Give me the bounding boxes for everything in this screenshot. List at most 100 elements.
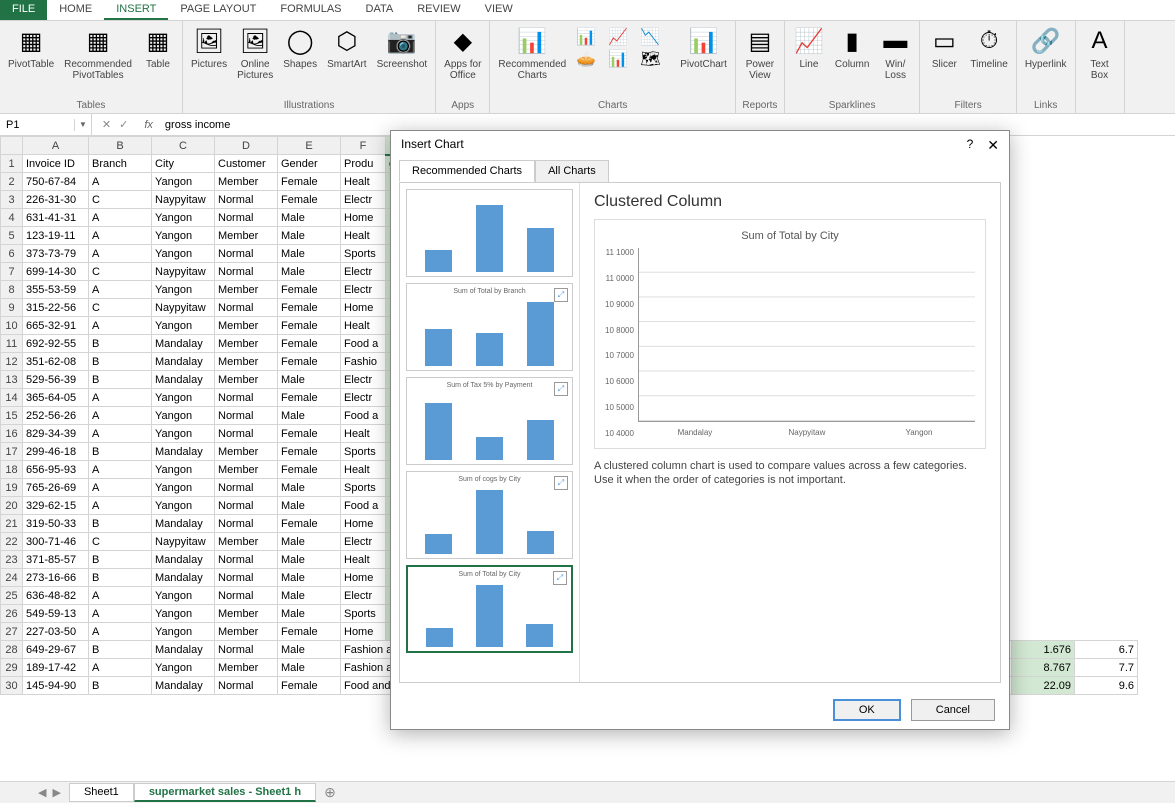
cell[interactable]: Mandalay (152, 569, 215, 587)
sheet-nav[interactable]: ◀▶ (30, 786, 69, 799)
chart-thumb[interactable]: ⤢Sum of Total by Branch (406, 283, 573, 371)
row-header[interactable]: 25 (1, 587, 23, 605)
cell[interactable]: Yangon (152, 659, 215, 677)
name-box[interactable]: P1 (0, 119, 75, 131)
cell[interactable]: 665-32-91 (23, 317, 89, 335)
cell[interactable]: Yangon (152, 461, 215, 479)
cell[interactable]: Male (278, 263, 341, 281)
cell[interactable]: 692-92-55 (23, 335, 89, 353)
ribbon-tab-file[interactable]: FILE (0, 0, 47, 20)
cell[interactable]: 656-95-93 (23, 461, 89, 479)
cell[interactable]: Member (215, 605, 278, 623)
chart-thumb[interactable]: ⤢Sum of cogs by City (406, 471, 573, 559)
expand-icon[interactable]: ⤢ (554, 382, 568, 396)
cell[interactable]: Yangon (152, 227, 215, 245)
cell[interactable]: B (89, 443, 152, 461)
cell[interactable]: Electr (341, 263, 386, 281)
cell[interactable]: Food a (341, 497, 386, 515)
row-header[interactable]: 27 (1, 623, 23, 641)
row-header[interactable]: 10 (1, 317, 23, 335)
ribbon-pivottable[interactable]: ▦PivotTable (4, 23, 58, 72)
cell[interactable]: A (89, 245, 152, 263)
cell[interactable]: A (89, 173, 152, 191)
cell[interactable]: 319-50-33 (23, 515, 89, 533)
cell[interactable]: Home (341, 515, 386, 533)
chart-type-icon[interactable]: 📉 (640, 27, 670, 47)
cell[interactable]: C (89, 299, 152, 317)
cell[interactable]: Member (215, 227, 278, 245)
cell[interactable]: Male (278, 479, 341, 497)
row-header-1[interactable]: 1 (1, 155, 23, 173)
cell[interactable]: Mandalay (152, 551, 215, 569)
cell[interactable]: Male (278, 533, 341, 551)
cell[interactable]: Home (341, 299, 386, 317)
chart-thumbnails[interactable]: ⤢Sum of Total by Branch⤢Sum of Tax 5% by… (400, 183, 580, 682)
cell[interactable]: Normal (215, 191, 278, 209)
cell[interactable]: 8.767 (1012, 659, 1075, 677)
cell[interactable]: Normal (215, 425, 278, 443)
ok-button[interactable]: OK (833, 699, 901, 721)
row-header[interactable]: 6 (1, 245, 23, 263)
cell[interactable]: Member (215, 533, 278, 551)
row-header[interactable]: 11 (1, 335, 23, 353)
cell[interactable]: B (89, 515, 152, 533)
cell[interactable]: 22.09 (1012, 677, 1075, 695)
cell[interactable]: Yangon (152, 281, 215, 299)
cell[interactable]: Electr (341, 587, 386, 605)
cell[interactable]: Sports (341, 479, 386, 497)
ribbon-hyperlink[interactable]: 🔗Hyperlink (1021, 23, 1071, 72)
cell[interactable]: Mandalay (152, 371, 215, 389)
row-header[interactable]: 5 (1, 227, 23, 245)
cell[interactable]: Normal (215, 209, 278, 227)
cell[interactable]: 529-56-39 (23, 371, 89, 389)
cell[interactable]: Female (278, 335, 341, 353)
cell[interactable]: B (89, 551, 152, 569)
cell[interactable]: A (89, 281, 152, 299)
cell[interactable]: Member (215, 317, 278, 335)
row-header[interactable]: 15 (1, 407, 23, 425)
cell[interactable]: B (89, 335, 152, 353)
header-cell[interactable]: City (152, 155, 215, 173)
ribbon-tab-home[interactable]: HOME (47, 0, 104, 20)
cell[interactable]: Male (278, 551, 341, 569)
cell[interactable]: Normal (215, 497, 278, 515)
row-header[interactable]: 28 (1, 641, 23, 659)
row-header[interactable]: 24 (1, 569, 23, 587)
header-cell[interactable]: Produ (341, 155, 386, 173)
ribbon-pictures[interactable]: 🖼Pictures (187, 23, 231, 72)
cell[interactable]: Electr (341, 371, 386, 389)
cell[interactable]: Female (278, 299, 341, 317)
cell[interactable]: Sports (341, 245, 386, 263)
cell[interactable]: Healt (341, 173, 386, 191)
row-header[interactable]: 3 (1, 191, 23, 209)
cell[interactable]: Naypyitaw (152, 263, 215, 281)
row-header[interactable]: 7 (1, 263, 23, 281)
formula-input[interactable] (159, 119, 1175, 131)
cell[interactable]: Female (278, 191, 341, 209)
cell[interactable]: Male (278, 497, 341, 515)
cell[interactable]: Home (341, 569, 386, 587)
row-header[interactable]: 4 (1, 209, 23, 227)
row-header[interactable]: 2 (1, 173, 23, 191)
cell[interactable]: Naypyitaw (152, 533, 215, 551)
cell[interactable]: Normal (215, 299, 278, 317)
row-header[interactable]: 17 (1, 443, 23, 461)
cell[interactable]: A (89, 317, 152, 335)
cell[interactable]: A (89, 389, 152, 407)
cell[interactable]: Member (215, 335, 278, 353)
cell[interactable]: 226-31-30 (23, 191, 89, 209)
col-header-B[interactable]: B (89, 137, 152, 155)
cell[interactable]: Mandalay (152, 443, 215, 461)
cell[interactable]: Healt (341, 317, 386, 335)
cell[interactable]: Sports (341, 443, 386, 461)
cell[interactable]: C (89, 533, 152, 551)
row-header[interactable]: 30 (1, 677, 23, 695)
cell[interactable]: Normal (215, 407, 278, 425)
expand-icon[interactable]: ⤢ (554, 476, 568, 490)
header-cell[interactable]: Customer (215, 155, 278, 173)
cell[interactable]: 1.676 (1012, 641, 1075, 659)
cell[interactable]: Yangon (152, 623, 215, 641)
col-header-C[interactable]: C (152, 137, 215, 155)
row-header[interactable]: 12 (1, 353, 23, 371)
expand-icon[interactable]: ⤢ (553, 571, 567, 585)
